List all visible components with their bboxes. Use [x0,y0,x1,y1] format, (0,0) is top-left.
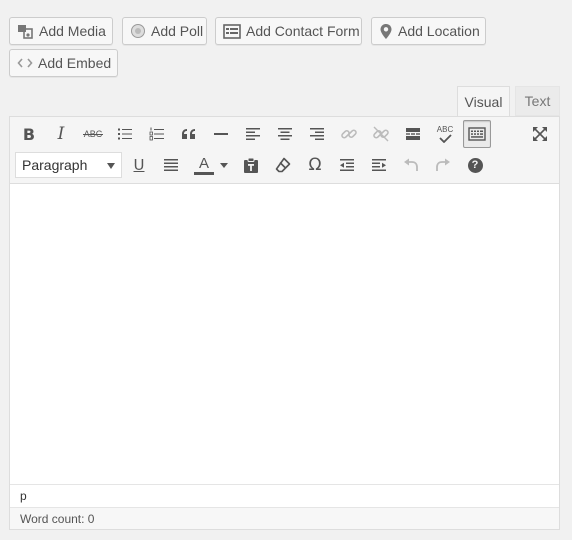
spellcheck-glyph: ABC [436,124,454,134]
text-color-icon: A [194,156,214,175]
fullscreen-button[interactable] [526,120,554,148]
horizontal-line-icon [214,133,228,135]
editor: B I ABC ABC Paragraph U A Ω ? p Word cou… [9,116,560,530]
add-media-button[interactable]: Add Media [9,17,113,45]
undo-button[interactable] [397,151,425,179]
insert-link-icon [341,129,357,139]
justify-icon [164,159,178,171]
undo-icon [404,158,418,171]
horizontal-line-button[interactable] [207,120,235,148]
tab-visual[interactable]: Visual [457,86,510,117]
word-count: Word count: 0 [10,507,559,529]
align-right-button[interactable] [303,120,331,148]
spellcheck-button[interactable]: ABC [431,120,459,148]
numbered-list-button[interactable] [143,120,171,148]
help-button[interactable]: ? [461,151,489,179]
indent-button[interactable] [365,151,393,179]
strikethrough-button[interactable]: ABC [79,120,107,148]
spellcheck-icon: ABC [436,124,454,143]
align-left-button[interactable] [239,120,267,148]
element-path-item[interactable]: p [20,489,27,503]
clear-formatting-icon [275,157,291,173]
text-color-swatch [194,171,214,175]
italic-button[interactable]: I [47,120,75,148]
add-poll-button[interactable]: Add Poll [122,17,207,45]
blockquote-button[interactable] [175,120,203,148]
text-color-glyph: A [198,154,209,172]
read-more-icon [406,128,420,140]
bold-icon: B [22,124,36,144]
align-center-icon [278,128,292,140]
add-media-label: Add Media [39,23,106,39]
add-poll-label: Add Poll [151,23,204,39]
bullet-list-button[interactable] [111,120,139,148]
underline-button[interactable]: U [125,151,153,179]
paste-as-text-button[interactable] [237,151,265,179]
location-pin-icon [379,22,393,40]
clear-formatting-button[interactable] [269,151,297,179]
poll-icon [130,22,146,40]
add-media-icon [17,22,34,40]
underline-icon: U [133,156,145,174]
remove-link-button[interactable] [367,120,395,148]
remove-link-icon [373,126,389,142]
fullscreen-icon [533,127,547,141]
add-contact-form-button[interactable]: Add Contact Form [215,17,362,45]
align-left-icon [246,128,260,140]
add-embed-button[interactable]: Add Embed [9,49,118,77]
help-glyph: ? [471,159,479,171]
read-more-button[interactable] [399,120,427,148]
chevron-down-icon [107,163,115,169]
align-center-button[interactable] [271,120,299,148]
toolbar-toggle-button[interactable] [463,120,491,148]
italic-icon: I [57,124,65,144]
spellcheck-checkmark [439,133,452,143]
bold-button[interactable]: B [15,120,43,148]
redo-button[interactable] [429,151,457,179]
indent-icon [372,159,386,171]
add-embed-label: Add Embed [38,55,112,71]
help-icon: ? [467,157,483,173]
paste-as-text-icon [244,157,258,173]
embed-icon [17,54,33,72]
redo-icon [436,158,450,171]
strikethrough-line [82,134,104,135]
outdent-button[interactable] [333,151,361,179]
text-color-dropdown-icon [220,162,228,168]
add-contact-form-label: Add Contact Form [246,23,360,39]
element-path: p [10,484,559,507]
tab-text[interactable]: Text [515,86,560,116]
strikethrough-icon: ABC [82,129,104,139]
blockquote-icon [182,129,195,139]
align-right-icon [310,128,324,140]
add-location-label: Add Location [398,23,480,39]
insert-link-button[interactable] [335,120,363,148]
format-select-value: Paragraph [22,157,88,173]
bullet-list-icon [118,128,132,140]
special-character-icon: Ω [308,155,322,175]
justify-button[interactable] [157,151,185,179]
add-location-button[interactable]: Add Location [371,17,486,45]
special-character-button[interactable]: Ω [301,151,329,179]
toolbar-toggle-icon [468,127,486,141]
contact-form-icon [223,22,241,40]
editor-content-area[interactable] [10,184,559,484]
format-select[interactable]: Paragraph [15,152,122,178]
outdent-icon [340,159,354,171]
text-color-button[interactable]: A [191,151,231,179]
editor-toolbar: B I ABC ABC Paragraph U A Ω ? [10,117,559,184]
numbered-list-icon [149,127,164,141]
